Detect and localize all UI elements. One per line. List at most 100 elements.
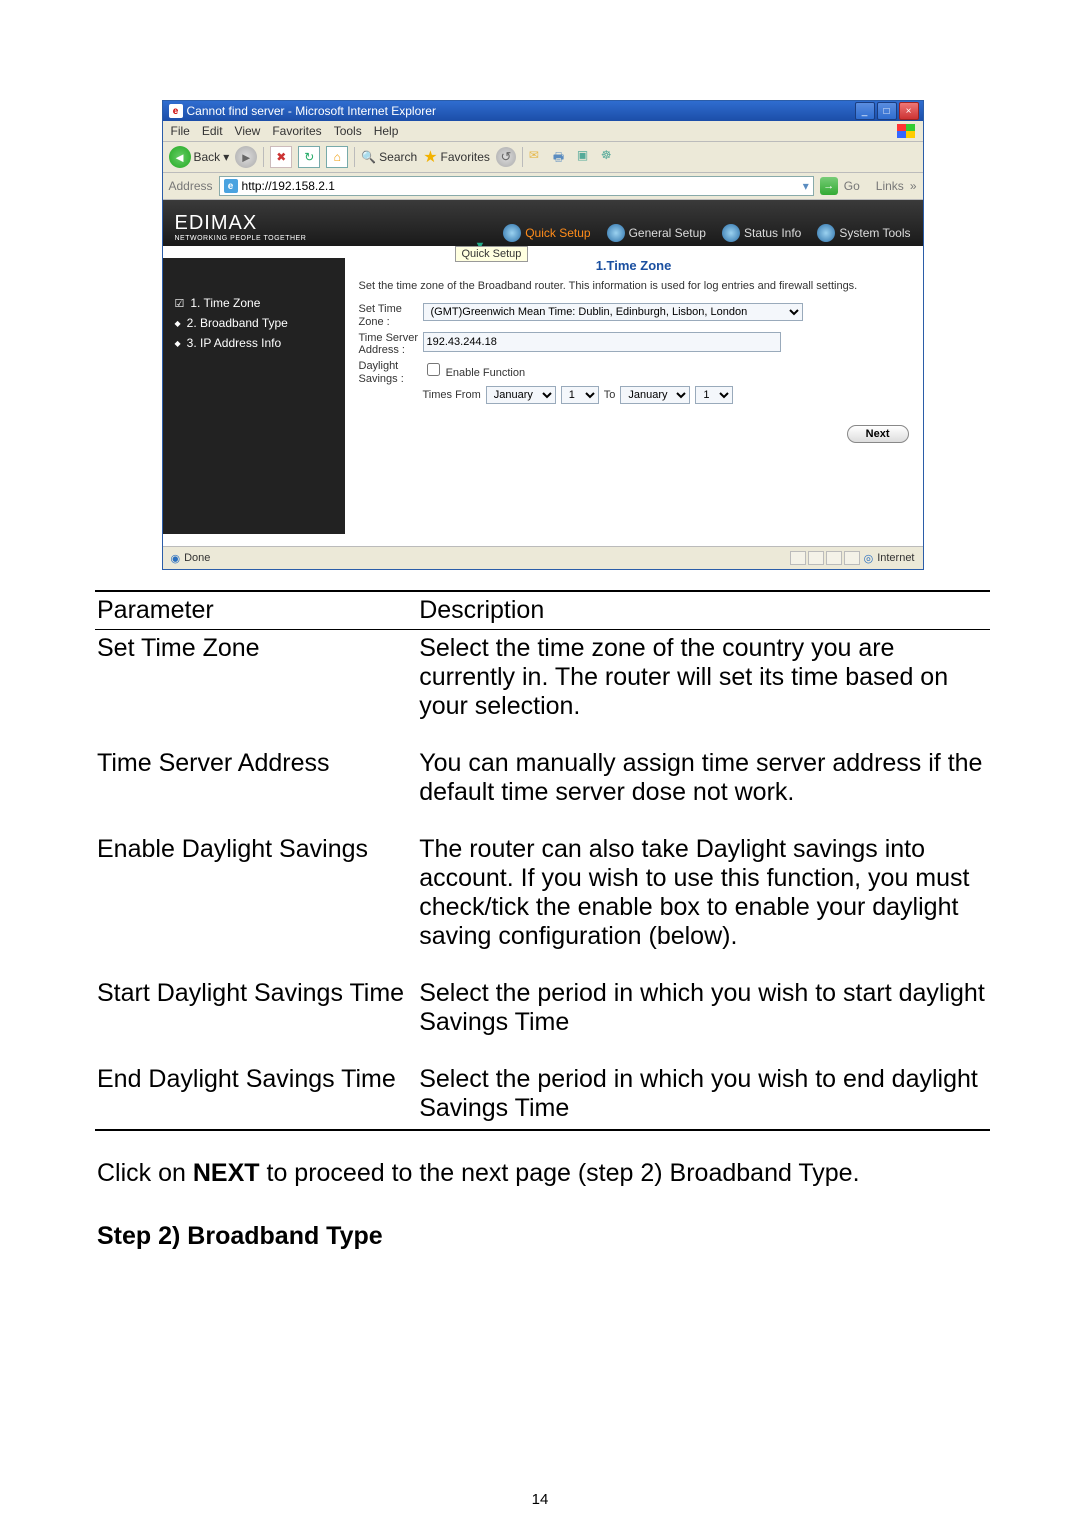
to-month-select[interactable]: January: [620, 386, 690, 404]
toolbar: ◄ Back ▾ ► ✖ ↻ ⌂ 🔍 Search ★ Favorites ↺ …: [163, 142, 923, 173]
status-panes: [790, 551, 860, 565]
router-page: EDIMAX NETWORKING PEOPLE TOGETHER Quick …: [163, 200, 923, 569]
tab-quick-setup[interactable]: Quick Setup: [503, 224, 590, 242]
param-cell: Time Server Address: [95, 745, 417, 831]
status-done: Done: [184, 552, 210, 564]
timezone-select[interactable]: (GMT)Greenwich Mean Time: Dublin, Edinbu…: [423, 303, 803, 321]
menu-tools[interactable]: Tools: [334, 124, 362, 138]
minimize-button[interactable]: _: [855, 102, 875, 120]
print-icon[interactable]: 🖶: [553, 148, 571, 166]
param-cell: Enable Daylight Savings: [95, 831, 417, 975]
edimax-tagline: NETWORKING PEOPLE TOGETHER: [175, 235, 307, 242]
ie-icon: e: [169, 104, 183, 118]
menu-edit[interactable]: Edit: [202, 124, 223, 138]
back-button[interactable]: ◄ Back ▾: [169, 146, 230, 168]
next-button[interactable]: Next: [847, 425, 909, 443]
forward-button[interactable]: ►: [235, 146, 257, 168]
menu-file[interactable]: File: [171, 124, 190, 138]
wizard-sidebar: 1. Time Zone 2. Broadband Type 3. IP Add…: [163, 258, 345, 534]
links-chevron-icon[interactable]: »: [910, 179, 917, 193]
status-zone: Internet: [877, 552, 914, 564]
table-row: End Daylight Savings Time Select the per…: [95, 1061, 990, 1130]
desc-cell: Select the period in which you wish to e…: [417, 1061, 990, 1130]
mail-icon[interactable]: ✉: [529, 148, 547, 166]
col-header-description: Description: [417, 591, 990, 630]
address-input[interactable]: e http://192.158.2.1 ▾: [219, 176, 814, 196]
quick-setup-tooltip: Quick Setup: [455, 246, 529, 262]
enable-function-label: Enable Function: [446, 367, 526, 379]
sidebar-item-ipaddress[interactable]: 3. IP Address Info: [175, 333, 335, 353]
param-cell: Set Time Zone: [95, 630, 417, 746]
close-button[interactable]: ×: [899, 102, 919, 120]
refresh-button[interactable]: ↻: [298, 146, 320, 168]
tab-system-tools[interactable]: System Tools: [817, 224, 910, 242]
globe-icon: [817, 224, 835, 242]
col-header-parameter: Parameter: [95, 591, 417, 630]
edit-icon[interactable]: ▣: [577, 148, 595, 166]
param-cell: Start Daylight Savings Time: [95, 975, 417, 1061]
desc-cell: The router can also take Daylight saving…: [417, 831, 990, 975]
label-daylight: Daylight Savings :: [359, 360, 419, 385]
search-icon: 🔍: [361, 150, 376, 164]
search-button[interactable]: 🔍 Search: [361, 150, 417, 164]
menu-favorites[interactable]: Favorites: [272, 124, 321, 138]
next-instruction: Click on NEXT to proceed to the next pag…: [97, 1159, 988, 1188]
label-timeserver: Time Server Address :: [359, 332, 419, 357]
stop-button[interactable]: ✖: [270, 146, 292, 168]
from-month-select[interactable]: January: [486, 386, 556, 404]
step2-heading: Step 2) Broadband Type: [97, 1222, 988, 1251]
edimax-logo: EDIMAX: [175, 212, 258, 234]
desc-cell: Select the time zone of the country you …: [417, 630, 990, 746]
window-title: Cannot find server - Microsoft Internet …: [187, 104, 436, 118]
table-row: Set Time Zone Select the time zone of th…: [95, 630, 990, 746]
wizard-content: ▼ Quick Setup 1.Time Zone Set the time z…: [345, 246, 923, 546]
tab-status-info[interactable]: Status Info: [722, 224, 801, 242]
sidebar-item-timezone[interactable]: 1. Time Zone: [175, 293, 335, 313]
param-cell: End Daylight Savings Time: [95, 1061, 417, 1130]
page-number: 14: [0, 1491, 1080, 1508]
star-icon: ★: [423, 147, 437, 167]
links-label[interactable]: Links: [876, 179, 904, 193]
address-label: Address: [169, 179, 213, 193]
globe-icon: [503, 224, 521, 242]
url-text: http://192.158.2.1: [242, 179, 335, 193]
enable-daylight-checkbox[interactable]: [427, 363, 440, 376]
globe-icon: [607, 224, 625, 242]
home-button[interactable]: ⌂: [326, 146, 348, 168]
window-titlebar: e Cannot find server - Microsoft Interne…: [163, 101, 923, 121]
favorites-button[interactable]: ★ Favorites: [423, 147, 490, 167]
browser-statusbar: ◉ Done ◎ Internet: [163, 546, 923, 569]
tab-general-setup[interactable]: General Setup: [607, 224, 706, 242]
menu-bar: File Edit View Favorites Tools Help: [163, 121, 923, 142]
dropdown-icon[interactable]: ▾: [803, 179, 809, 193]
globe-icon: [722, 224, 740, 242]
menu-help[interactable]: Help: [374, 124, 399, 138]
sidebar-item-broadband[interactable]: 2. Broadband Type: [175, 313, 335, 333]
step-description: Set the time zone of the Broadband route…: [359, 279, 909, 293]
address-bar: Address e http://192.158.2.1 ▾ → Go Link…: [163, 173, 923, 200]
menu-view[interactable]: View: [235, 124, 261, 138]
internet-zone-icon: ◎: [864, 552, 874, 565]
desc-cell: You can manually assign time server addr…: [417, 745, 990, 831]
maximize-button[interactable]: □: [877, 102, 897, 120]
from-day-select[interactable]: 1: [561, 386, 599, 404]
windows-flag-icon: [897, 124, 915, 138]
desc-cell: Select the period in which you wish to s…: [417, 975, 990, 1061]
to-label: To: [604, 389, 616, 401]
table-row: Enable Daylight Savings The router can a…: [95, 831, 990, 975]
discuss-icon[interactable]: ☸: [601, 148, 619, 166]
page-done-icon: ◉: [171, 552, 181, 565]
to-day-select[interactable]: 1: [695, 386, 733, 404]
router-header: EDIMAX NETWORKING PEOPLE TOGETHER Quick …: [163, 200, 923, 246]
go-button[interactable]: →: [820, 177, 838, 195]
step-heading: 1.Time Zone: [359, 258, 909, 273]
label-set-timezone: Set Time Zone :: [359, 303, 419, 328]
times-from-label: Times From: [423, 389, 481, 401]
timeserver-input[interactable]: [423, 332, 781, 352]
table-row: Start Daylight Savings Time Select the p…: [95, 975, 990, 1061]
page-icon: e: [224, 179, 238, 193]
go-label: Go: [844, 179, 860, 193]
history-button[interactable]: ↺: [496, 147, 516, 167]
parameter-table: Parameter Description Set Time Zone Sele…: [95, 590, 990, 1131]
ie-browser-window: e Cannot find server - Microsoft Interne…: [162, 100, 924, 570]
